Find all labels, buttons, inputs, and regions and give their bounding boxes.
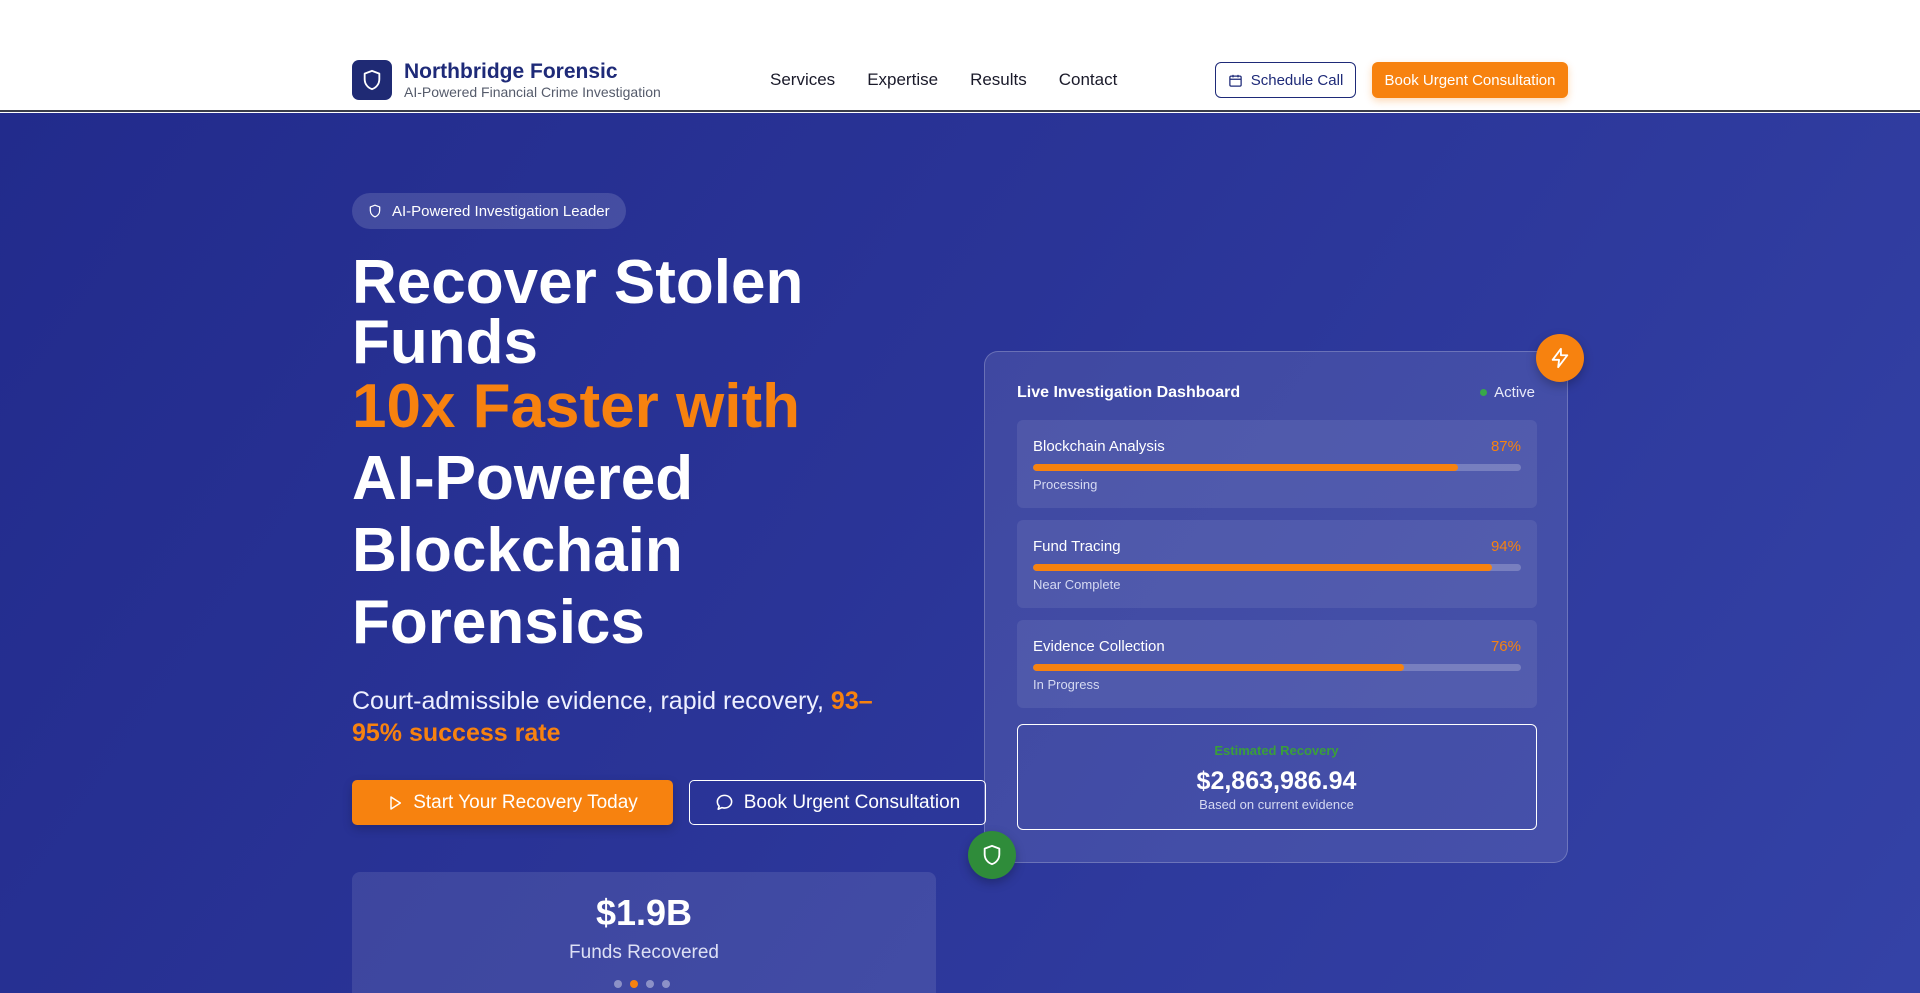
- task-name: Evidence Collection: [1033, 638, 1165, 655]
- shield-icon: [363, 69, 381, 91]
- hero-section: AI-Powered Investigation Leader Recover …: [0, 113, 1920, 993]
- bolt-badge: [1536, 334, 1584, 382]
- status-dot-icon: [1480, 389, 1488, 396]
- book-urgent-label: Book Urgent Consultation: [743, 791, 961, 813]
- calendar-icon: [1228, 74, 1242, 87]
- progress-track: [1033, 664, 1521, 671]
- carousel-dot[interactable]: [614, 980, 622, 988]
- shield-icon: [369, 204, 381, 218]
- schedule-call-label: Schedule Call: [1250, 71, 1344, 89]
- lightning-icon: [1551, 347, 1569, 369]
- progress-track: [1033, 564, 1521, 571]
- task-percent: 76%: [1490, 638, 1521, 655]
- stat-carousel-dots: [614, 980, 670, 988]
- hero-subtitle-text: Court-admissible evidence, rapid recover…: [352, 687, 824, 715]
- shield-badge: [968, 831, 1016, 879]
- carousel-dot[interactable]: [630, 980, 638, 988]
- schedule-call-button[interactable]: Schedule Call: [1215, 62, 1356, 98]
- task-state: In Progress: [1033, 677, 1100, 692]
- investigation-dashboard: Live Investigation Dashboard Active Bloc…: [984, 351, 1568, 863]
- headline-line-2: Funds: [352, 308, 538, 377]
- task-card: Fund Tracing 94% Near Complete: [1017, 520, 1537, 608]
- status-badge: Active: [1480, 384, 1535, 401]
- headline-line-5: Blockchain: [352, 516, 683, 585]
- progress-fill: [1033, 564, 1492, 571]
- headline-line-4: AI-Powered: [352, 444, 694, 513]
- stat-value: $1.9B: [595, 892, 693, 933]
- recovery-note: Based on current evidence: [1199, 797, 1354, 812]
- play-icon: [390, 795, 402, 810]
- task-card: Evidence Collection 76% In Progress: [1017, 620, 1537, 708]
- task-percent: 94%: [1490, 538, 1521, 555]
- nav-results[interactable]: Results: [970, 70, 1027, 90]
- task-state: Processing: [1033, 477, 1098, 492]
- hero-badge: AI-Powered Investigation Leader: [352, 193, 626, 229]
- hero-subtitle: Court-admissible evidence, rapid recover…: [352, 685, 912, 749]
- progress-fill: [1033, 464, 1458, 471]
- task-name: Blockchain Analysis: [1033, 438, 1165, 455]
- nav-contact[interactable]: Contact: [1059, 70, 1118, 90]
- headline-line-6: Forensics: [352, 588, 645, 657]
- stat-card: $1.9B Funds Recovered: [352, 872, 936, 993]
- status-label: Active: [1494, 384, 1535, 401]
- hero-badge-label: AI-Powered Investigation Leader: [392, 202, 610, 220]
- brand-logo[interactable]: [352, 60, 392, 100]
- recovery-value: $2,863,986.94: [1196, 767, 1357, 795]
- headline-line-1: Recover Stolen: [352, 248, 804, 317]
- progress-fill: [1033, 664, 1404, 671]
- book-urgent-button-hero[interactable]: Book Urgent Consultation: [689, 780, 986, 825]
- nav-expertise[interactable]: Expertise: [867, 70, 938, 90]
- stat-label: Funds Recovered: [569, 942, 719, 963]
- task-state: Near Complete: [1033, 577, 1121, 592]
- start-recovery-label: Start Your Recovery Today: [413, 791, 638, 813]
- estimated-recovery-panel: Estimated Recovery $2,863,986.94 Based o…: [1017, 724, 1537, 830]
- carousel-dot[interactable]: [662, 980, 670, 988]
- site-header: Northbridge Forensic AI-Powered Financia…: [0, 0, 1920, 112]
- brand-subtitle: AI-Powered Financial Crime Investigation: [404, 84, 661, 100]
- task-percent: 87%: [1490, 438, 1521, 455]
- headline-line-3: 10x Faster with: [352, 372, 800, 441]
- start-recovery-button[interactable]: Start Your Recovery Today: [352, 780, 673, 825]
- main-nav: Services Expertise Results Contact: [770, 70, 1117, 90]
- progress-track: [1033, 464, 1521, 471]
- recovery-label: Estimated Recovery: [1214, 743, 1339, 758]
- carousel-dot[interactable]: [646, 980, 654, 988]
- chat-bubble-icon: [716, 794, 733, 811]
- book-urgent-button-header[interactable]: Book Urgent Consultation: [1372, 62, 1568, 98]
- dashboard-title: Live Investigation Dashboard: [1017, 384, 1241, 401]
- task-name: Fund Tracing: [1033, 538, 1121, 555]
- task-card: Blockchain Analysis 87% Processing: [1017, 420, 1537, 508]
- shield-icon: [983, 844, 1001, 866]
- brand-title[interactable]: Northbridge Forensic: [404, 60, 618, 84]
- nav-services[interactable]: Services: [770, 70, 835, 90]
